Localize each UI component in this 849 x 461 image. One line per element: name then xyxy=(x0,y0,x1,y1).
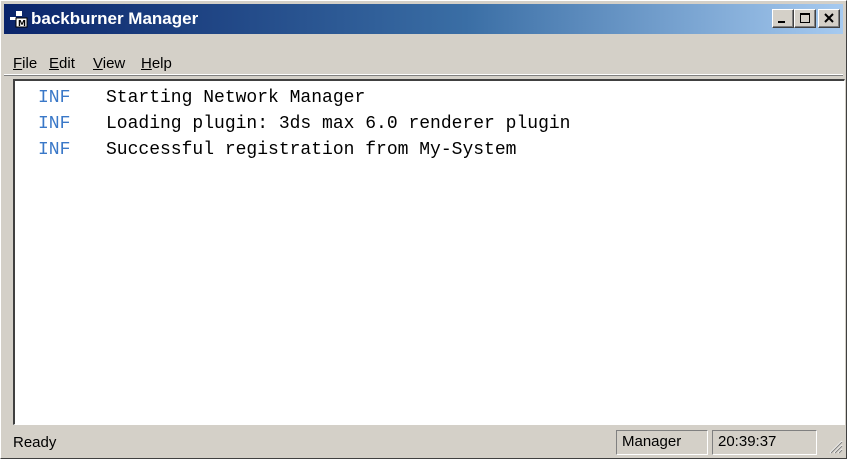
log-entry[interactable]: INF Starting Network Manager xyxy=(15,85,844,111)
menu-edit[interactable]: Edit xyxy=(49,55,75,72)
log-entry[interactable]: INF Successful registration from My-Syst… xyxy=(15,137,844,163)
maximize-button[interactable] xyxy=(794,9,816,28)
status-pane-time: 20:39:37 xyxy=(712,430,817,455)
menu-help[interactable]: Help xyxy=(141,55,172,72)
minimize-icon xyxy=(778,21,785,23)
menu-view[interactable]: View xyxy=(93,55,125,72)
log-level: INF xyxy=(38,140,71,160)
backburner-manager-icon: M xyxy=(10,11,28,28)
log-list[interactable]: INF Starting Network Manager INF Loading… xyxy=(13,79,845,425)
maximize-icon xyxy=(800,13,810,23)
menu-bar: File Edit View Help xyxy=(4,36,843,76)
log-message: Starting Network Manager xyxy=(106,88,366,108)
title-bar[interactable]: M backburner Manager xyxy=(4,4,843,34)
log-entry[interactable]: INF Loading plugin: 3ds max 6.0 renderer… xyxy=(15,111,844,137)
menu-file[interactable]: File xyxy=(13,55,37,72)
close-button[interactable] xyxy=(818,9,840,28)
log-message: Loading plugin: 3ds max 6.0 renderer plu… xyxy=(106,114,571,134)
resize-grip-icon[interactable] xyxy=(825,436,843,454)
app-window: M backburner Manager File Edit View Help xyxy=(0,0,847,459)
close-icon xyxy=(824,13,834,23)
minimize-button[interactable] xyxy=(772,9,794,28)
status-bar: Ready Manager 20:39:37 xyxy=(4,426,845,458)
log-level: INF xyxy=(38,88,71,108)
log-level: INF xyxy=(38,114,71,134)
status-pane-mode: Manager xyxy=(616,430,708,455)
window-title: backburner Manager xyxy=(31,9,199,28)
status-text: Ready xyxy=(13,434,57,451)
svg-text:M: M xyxy=(18,19,26,28)
log-message: Successful registration from My-System xyxy=(106,140,517,160)
